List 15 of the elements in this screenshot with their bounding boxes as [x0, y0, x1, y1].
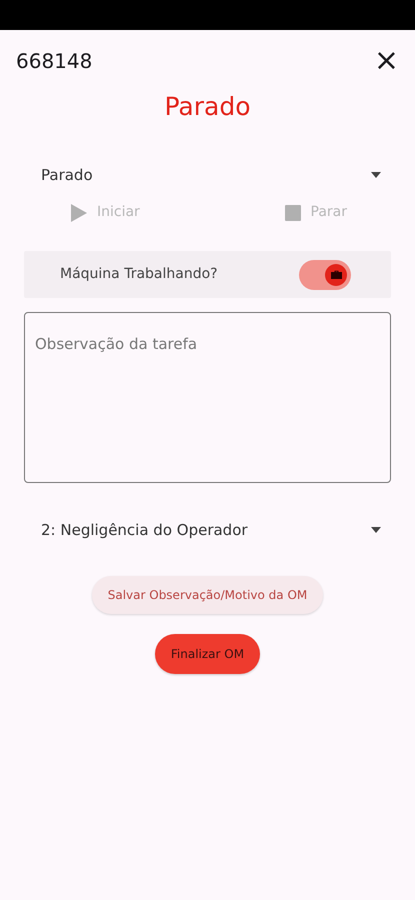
caret-icon: [371, 172, 381, 178]
stop-icon: [284, 204, 301, 220]
record-number: 668148: [16, 48, 92, 75]
machine-switch[interactable]: [299, 260, 351, 290]
observation-field[interactable]: Observação da tarefa: [24, 312, 391, 483]
save-button[interactable]: Salvar Observação/Motivo da OM: [92, 576, 324, 614]
close-button[interactable]: ×: [374, 46, 399, 76]
caret-icon: [371, 527, 381, 534]
reason-dropdown[interactable]: 2: Negligência do Operador: [41, 511, 381, 550]
status-dropdown[interactable]: Parado: [41, 156, 381, 194]
finish-button[interactable]: Finalizar OM: [154, 634, 260, 674]
briefcase-icon: [330, 270, 342, 279]
toggle-label: Máquina Trabalhando?: [60, 265, 218, 284]
play-icon: [71, 204, 87, 222]
status-title: Parado: [163, 91, 252, 123]
